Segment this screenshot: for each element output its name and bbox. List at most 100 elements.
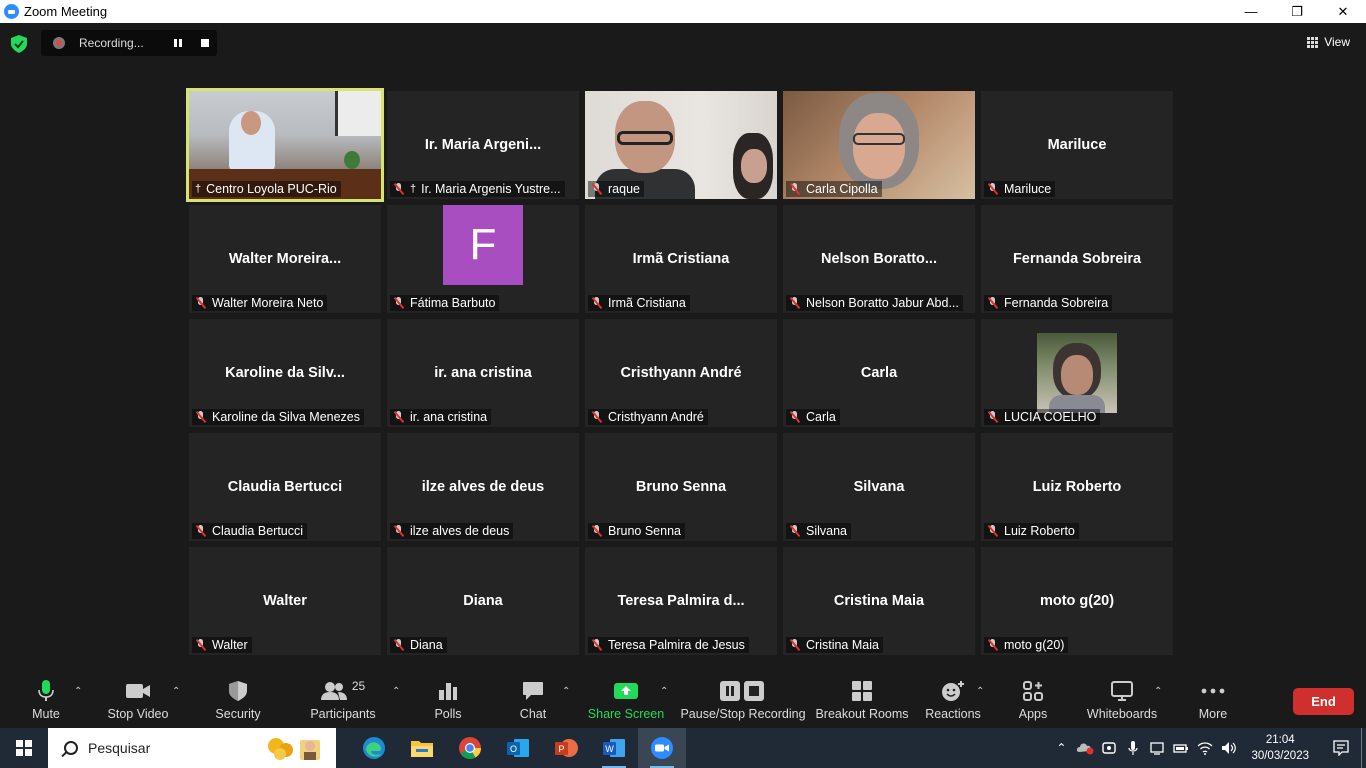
breakout-rooms-button[interactable]: Breakout Rooms — [815, 672, 909, 728]
participant-tile[interactable]: Walter Walter — [189, 547, 381, 655]
display-icon[interactable] — [1145, 728, 1169, 768]
outlook-app[interactable]: O — [494, 728, 542, 768]
zoom-app[interactable] — [638, 728, 686, 768]
participant-tile[interactable]: Carla Cipolla — [783, 91, 975, 199]
edge-app[interactable] — [350, 728, 398, 768]
whiteboards-options-caret[interactable]: ⌃ — [1154, 686, 1162, 697]
share-options-caret[interactable]: ⌃ — [660, 686, 668, 697]
stop-video-button[interactable]: Stop Video — [104, 672, 172, 728]
close-button[interactable]: ✕ — [1320, 0, 1366, 23]
maximize-button[interactable]: ❐ — [1274, 0, 1320, 23]
video-options-caret[interactable]: ⌃ — [172, 686, 180, 697]
stop-recording-icon[interactable] — [201, 39, 209, 47]
muted-microphone-icon — [591, 525, 602, 537]
share-screen-button[interactable]: Share Screen — [588, 672, 664, 728]
taskbar-clock[interactable]: 21:04 30/03/2023 — [1251, 732, 1309, 764]
breakout-rooms-icon — [851, 672, 873, 710]
word-app[interactable]: W — [590, 728, 638, 768]
file-explorer-app[interactable] — [398, 728, 446, 768]
muted-microphone-icon — [789, 525, 800, 537]
reactions-options-caret[interactable]: ⌃ — [976, 686, 984, 697]
participant-tile[interactable]: F Fátima Barbuto — [387, 205, 579, 313]
whiteboards-button[interactable]: Whiteboards — [1084, 672, 1160, 728]
pause-stop-icons — [719, 672, 767, 710]
participant-name: Claudia Bertucci — [212, 524, 304, 538]
participant-name: Carla Cipolla — [806, 182, 878, 196]
polls-icon — [438, 672, 458, 710]
security-shield-icon[interactable] — [11, 35, 27, 53]
start-button[interactable] — [0, 728, 48, 768]
participant-tile[interactable]: Cristhyann André Cristhyann André — [585, 319, 777, 427]
participant-tile[interactable]: † Centro Loyola PUC-Rio — [186, 88, 384, 202]
participant-tile[interactable]: Teresa Palmira d... Teresa Palmira de Jes… — [585, 547, 777, 655]
participant-tile[interactable]: Cristina Maia Cristina Maia — [783, 547, 975, 655]
participant-tile[interactable]: Ir. Maria Argeni... † Ir. Maria Argenis Yu… — [387, 91, 579, 199]
chat-button[interactable]: Chat — [516, 672, 550, 728]
participant-tile[interactable]: Silvana Silvana — [783, 433, 975, 541]
outlook-icon: O — [507, 739, 529, 757]
muted-microphone-icon — [393, 639, 404, 651]
pause-stop-recording-button[interactable]: Pause/Stop Recording — [680, 672, 806, 728]
participant-tile[interactable]: Fernanda Sobreira Fernanda Sobreira — [981, 205, 1173, 313]
pause-recording-icon[interactable] — [174, 39, 182, 47]
participant-tile[interactable]: moto g(20) moto g(20) — [981, 547, 1173, 655]
search-highlight-illustration-icon — [264, 734, 330, 762]
more-button[interactable]: More — [1194, 672, 1232, 728]
microphone-in-use-icon[interactable] — [1121, 728, 1145, 768]
camera-in-use-icon[interactable] — [1097, 728, 1121, 768]
chevron-up-icon[interactable]: ⌃ — [1049, 728, 1073, 768]
participant-tile[interactable]: Diana Diana — [387, 547, 579, 655]
participant-tile[interactable]: Bruno Senna Bruno Senna — [585, 433, 777, 541]
wifi-icon[interactable] — [1193, 728, 1217, 768]
taskbar-search[interactable]: Pesquisar — [48, 728, 336, 768]
chat-options-caret[interactable]: ⌃ — [562, 686, 570, 697]
notifications-icon[interactable] — [1321, 728, 1361, 768]
security-button[interactable]: Security — [212, 672, 264, 728]
participant-tile[interactable]: Luiz Roberto Luiz Roberto — [981, 433, 1173, 541]
participants-button[interactable]: 25 Participants — [308, 672, 378, 728]
participant-tile[interactable]: Walter Moreira... Walter Moreira Neto — [189, 205, 381, 313]
onedrive-error-icon[interactable] — [1073, 728, 1097, 768]
participants-options-caret[interactable]: ⌃ — [392, 686, 400, 697]
view-label: View — [1324, 35, 1350, 49]
muted-microphone-icon — [789, 639, 800, 651]
apps-button[interactable]: Apps — [1016, 672, 1050, 728]
powerpoint-app[interactable]: P — [542, 728, 590, 768]
participant-tile[interactable]: Claudia Bertucci Claudia Bertucci — [189, 433, 381, 541]
muted-microphone-icon — [591, 297, 602, 309]
participant-name: Walter — [212, 638, 248, 652]
chrome-app[interactable] — [446, 728, 494, 768]
recording-dot-icon — [53, 37, 65, 49]
view-button[interactable]: View — [1307, 35, 1350, 49]
volume-icon[interactable] — [1217, 728, 1241, 768]
mute-options-caret[interactable]: ⌃ — [74, 686, 82, 697]
window-controls: — ❐ ✕ — [1228, 0, 1366, 23]
polls-button[interactable]: Polls — [430, 672, 466, 728]
participant-tile[interactable]: Irmã Cristiana Irmã Cristiana — [585, 205, 777, 313]
participant-avatar: F — [443, 205, 523, 285]
participants-count: 25 — [351, 679, 366, 693]
participant-name-label: Irmã Cristiana — [588, 295, 690, 311]
meeting-toolbar: Mute ⌃ Stop Video ⌃ Security 25 Particip… — [0, 672, 1366, 728]
participant-tile[interactable]: Mariluce Mariluce — [981, 91, 1173, 199]
battery-icon[interactable] — [1169, 728, 1193, 768]
muted-microphone-icon — [195, 639, 206, 651]
participant-name: Bruno Senna — [608, 524, 681, 538]
participant-tile[interactable]: ilze alves de deus ilze alves de deus — [387, 433, 579, 541]
participant-tile[interactable]: Carla Carla — [783, 319, 975, 427]
share-screen-icon — [613, 672, 639, 710]
minimize-button[interactable]: — — [1228, 0, 1274, 23]
participant-tile[interactable]: raque — [585, 91, 777, 199]
participant-tile[interactable]: LUCIA COELHO — [981, 319, 1173, 427]
muted-microphone-icon — [987, 183, 998, 195]
muted-microphone-icon — [987, 297, 998, 309]
show-desktop-button[interactable] — [1361, 728, 1366, 768]
participant-tile[interactable]: Nelson Boratto... Nelson Boratto Jabur Ab… — [783, 205, 975, 313]
participant-name-label: Carla — [786, 409, 840, 425]
participant-tile[interactable]: ir. ana cristina ir. ana cristina — [387, 319, 579, 427]
participant-tile[interactable]: Karoline da Silv... Karoline da Silva Men… — [189, 319, 381, 427]
participant-name: LUCIA COELHO — [1004, 410, 1097, 424]
reactions-button[interactable]: Reactions — [925, 672, 981, 728]
mute-button[interactable]: Mute — [26, 672, 66, 728]
end-meeting-button[interactable]: End — [1293, 688, 1354, 715]
